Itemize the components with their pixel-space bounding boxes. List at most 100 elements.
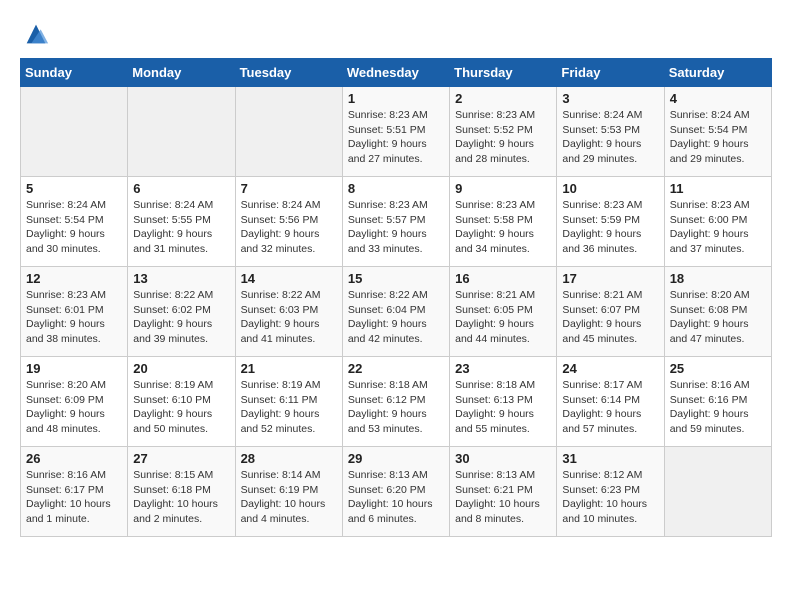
logo <box>20 20 50 48</box>
day-info: Sunrise: 8:16 AM Sunset: 6:16 PM Dayligh… <box>670 378 766 437</box>
day-cell: 17 Sunrise: 8:21 AM Sunset: 6:07 PM Dayli… <box>557 267 664 357</box>
day-cell <box>21 87 128 177</box>
week-row-4: 19Sunrise: 8:20 AM Sunset: 6:09 PM Dayli… <box>21 357 772 447</box>
day-info: Sunrise: 8:12 AM Sunset: 6:23 PM Dayligh… <box>562 468 658 527</box>
day-info: Sunrise: 8:21 AM Sunset: 6:07 PM Dayligh… <box>562 288 658 347</box>
day-cell: 26 Sunrise: 8:16 AM Sunset: 6:17 PM Dayli… <box>21 447 128 537</box>
day-cell <box>664 447 771 537</box>
day-number: 6 <box>133 181 229 196</box>
logo-icon <box>22 20 50 48</box>
day-cell: 9 Sunrise: 8:23 AM Sunset: 5:58 PM Daylig… <box>450 177 557 267</box>
day-info: Sunrise: 8:22 AM Sunset: 6:02 PM Dayligh… <box>133 288 229 347</box>
day-cell: 24Sunrise: 8:17 AM Sunset: 6:14 PM Dayli… <box>557 357 664 447</box>
day-info: Sunrise: 8:23 AM Sunset: 5:59 PM Dayligh… <box>562 198 658 257</box>
day-cell: 15Sunrise: 8:22 AM Sunset: 6:04 PM Dayli… <box>342 267 449 357</box>
day-info: Sunrise: 8:23 AM Sunset: 6:01 PM Dayligh… <box>26 288 122 347</box>
day-info: Sunrise: 8:24 AM Sunset: 5:54 PM Dayligh… <box>670 108 766 167</box>
day-number: 3 <box>562 91 658 106</box>
day-cell: 31 Sunrise: 8:12 AM Sunset: 6:23 PM Dayli… <box>557 447 664 537</box>
day-info: Sunrise: 8:20 AM Sunset: 6:09 PM Dayligh… <box>26 378 122 437</box>
day-number: 25 <box>670 361 766 376</box>
day-number: 10 <box>562 181 658 196</box>
day-cell: 28Sunrise: 8:14 AM Sunset: 6:19 PM Dayli… <box>235 447 342 537</box>
day-number: 29 <box>348 451 444 466</box>
day-number: 27 <box>133 451 229 466</box>
day-info: Sunrise: 8:20 AM Sunset: 6:08 PM Dayligh… <box>670 288 766 347</box>
column-header-monday: Monday <box>128 59 235 87</box>
day-number: 12 <box>26 271 122 286</box>
day-info: Sunrise: 8:13 AM Sunset: 6:20 PM Dayligh… <box>348 468 444 527</box>
day-info: Sunrise: 8:22 AM Sunset: 6:04 PM Dayligh… <box>348 288 444 347</box>
day-number: 30 <box>455 451 551 466</box>
day-number: 16 <box>455 271 551 286</box>
day-info: Sunrise: 8:23 AM Sunset: 5:57 PM Dayligh… <box>348 198 444 257</box>
day-info: Sunrise: 8:19 AM Sunset: 6:10 PM Dayligh… <box>133 378 229 437</box>
day-cell: 2 Sunrise: 8:23 AM Sunset: 5:52 PM Daylig… <box>450 87 557 177</box>
day-info: Sunrise: 8:15 AM Sunset: 6:18 PM Dayligh… <box>133 468 229 527</box>
day-info: Sunrise: 8:18 AM Sunset: 6:12 PM Dayligh… <box>348 378 444 437</box>
day-number: 17 <box>562 271 658 286</box>
day-cell <box>235 87 342 177</box>
column-header-sunday: Sunday <box>21 59 128 87</box>
day-info: Sunrise: 8:23 AM Sunset: 5:52 PM Dayligh… <box>455 108 551 167</box>
day-cell: 23 Sunrise: 8:18 AM Sunset: 6:13 PM Dayli… <box>450 357 557 447</box>
day-number: 14 <box>241 271 337 286</box>
day-cell: 3 Sunrise: 8:24 AM Sunset: 5:53 PM Daylig… <box>557 87 664 177</box>
day-cell: 30Sunrise: 8:13 AM Sunset: 6:21 PM Dayli… <box>450 447 557 537</box>
day-info: Sunrise: 8:24 AM Sunset: 5:55 PM Dayligh… <box>133 198 229 257</box>
day-info: Sunrise: 8:16 AM Sunset: 6:17 PM Dayligh… <box>26 468 122 527</box>
day-number: 8 <box>348 181 444 196</box>
day-number: 13 <box>133 271 229 286</box>
day-info: Sunrise: 8:23 AM Sunset: 6:00 PM Dayligh… <box>670 198 766 257</box>
day-number: 7 <box>241 181 337 196</box>
day-number: 1 <box>348 91 444 106</box>
column-header-thursday: Thursday <box>450 59 557 87</box>
day-cell: 21 Sunrise: 8:19 AM Sunset: 6:11 PM Dayli… <box>235 357 342 447</box>
day-info: Sunrise: 8:24 AM Sunset: 5:56 PM Dayligh… <box>241 198 337 257</box>
day-cell: 13 Sunrise: 8:22 AM Sunset: 6:02 PM Dayli… <box>128 267 235 357</box>
day-info: Sunrise: 8:18 AM Sunset: 6:13 PM Dayligh… <box>455 378 551 437</box>
day-number: 5 <box>26 181 122 196</box>
week-row-1: 1 Sunrise: 8:23 AM Sunset: 5:51 PM Daylig… <box>21 87 772 177</box>
day-cell: 5Sunrise: 8:24 AM Sunset: 5:54 PM Daylig… <box>21 177 128 267</box>
day-cell: 29 Sunrise: 8:13 AM Sunset: 6:20 PM Dayli… <box>342 447 449 537</box>
day-number: 23 <box>455 361 551 376</box>
column-header-saturday: Saturday <box>664 59 771 87</box>
day-info: Sunrise: 8:19 AM Sunset: 6:11 PM Dayligh… <box>241 378 337 437</box>
day-cell: 22 Sunrise: 8:18 AM Sunset: 6:12 PM Dayli… <box>342 357 449 447</box>
day-number: 2 <box>455 91 551 106</box>
day-info: Sunrise: 8:23 AM Sunset: 5:51 PM Dayligh… <box>348 108 444 167</box>
day-number: 26 <box>26 451 122 466</box>
day-number: 4 <box>670 91 766 106</box>
day-cell: 7 Sunrise: 8:24 AM Sunset: 5:56 PM Daylig… <box>235 177 342 267</box>
day-number: 21 <box>241 361 337 376</box>
day-number: 9 <box>455 181 551 196</box>
column-header-friday: Friday <box>557 59 664 87</box>
day-info: Sunrise: 8:17 AM Sunset: 6:14 PM Dayligh… <box>562 378 658 437</box>
calendar-table: SundayMondayTuesdayWednesdayThursdayFrid… <box>20 58 772 537</box>
day-number: 20 <box>133 361 229 376</box>
day-number: 22 <box>348 361 444 376</box>
day-cell: 19Sunrise: 8:20 AM Sunset: 6:09 PM Dayli… <box>21 357 128 447</box>
day-number: 18 <box>670 271 766 286</box>
day-number: 31 <box>562 451 658 466</box>
day-number: 11 <box>670 181 766 196</box>
day-info: Sunrise: 8:22 AM Sunset: 6:03 PM Dayligh… <box>241 288 337 347</box>
day-info: Sunrise: 8:23 AM Sunset: 5:58 PM Dayligh… <box>455 198 551 257</box>
header-row: SundayMondayTuesdayWednesdayThursdayFrid… <box>21 59 772 87</box>
day-cell: 4 Sunrise: 8:24 AM Sunset: 5:54 PM Daylig… <box>664 87 771 177</box>
week-row-3: 12 Sunrise: 8:23 AM Sunset: 6:01 PM Dayli… <box>21 267 772 357</box>
day-number: 28 <box>241 451 337 466</box>
day-cell: 12 Sunrise: 8:23 AM Sunset: 6:01 PM Dayli… <box>21 267 128 357</box>
day-cell: 20 Sunrise: 8:19 AM Sunset: 6:10 PM Dayli… <box>128 357 235 447</box>
day-info: Sunrise: 8:24 AM Sunset: 5:53 PM Dayligh… <box>562 108 658 167</box>
day-cell: 8 Sunrise: 8:23 AM Sunset: 5:57 PM Daylig… <box>342 177 449 267</box>
day-cell: 18 Sunrise: 8:20 AM Sunset: 6:08 PM Dayli… <box>664 267 771 357</box>
column-header-tuesday: Tuesday <box>235 59 342 87</box>
column-header-wednesday: Wednesday <box>342 59 449 87</box>
day-cell: 1 Sunrise: 8:23 AM Sunset: 5:51 PM Daylig… <box>342 87 449 177</box>
day-cell: 14 Sunrise: 8:22 AM Sunset: 6:03 PM Dayli… <box>235 267 342 357</box>
day-cell <box>128 87 235 177</box>
week-row-5: 26 Sunrise: 8:16 AM Sunset: 6:17 PM Dayli… <box>21 447 772 537</box>
day-cell: 10 Sunrise: 8:23 AM Sunset: 5:59 PM Dayli… <box>557 177 664 267</box>
